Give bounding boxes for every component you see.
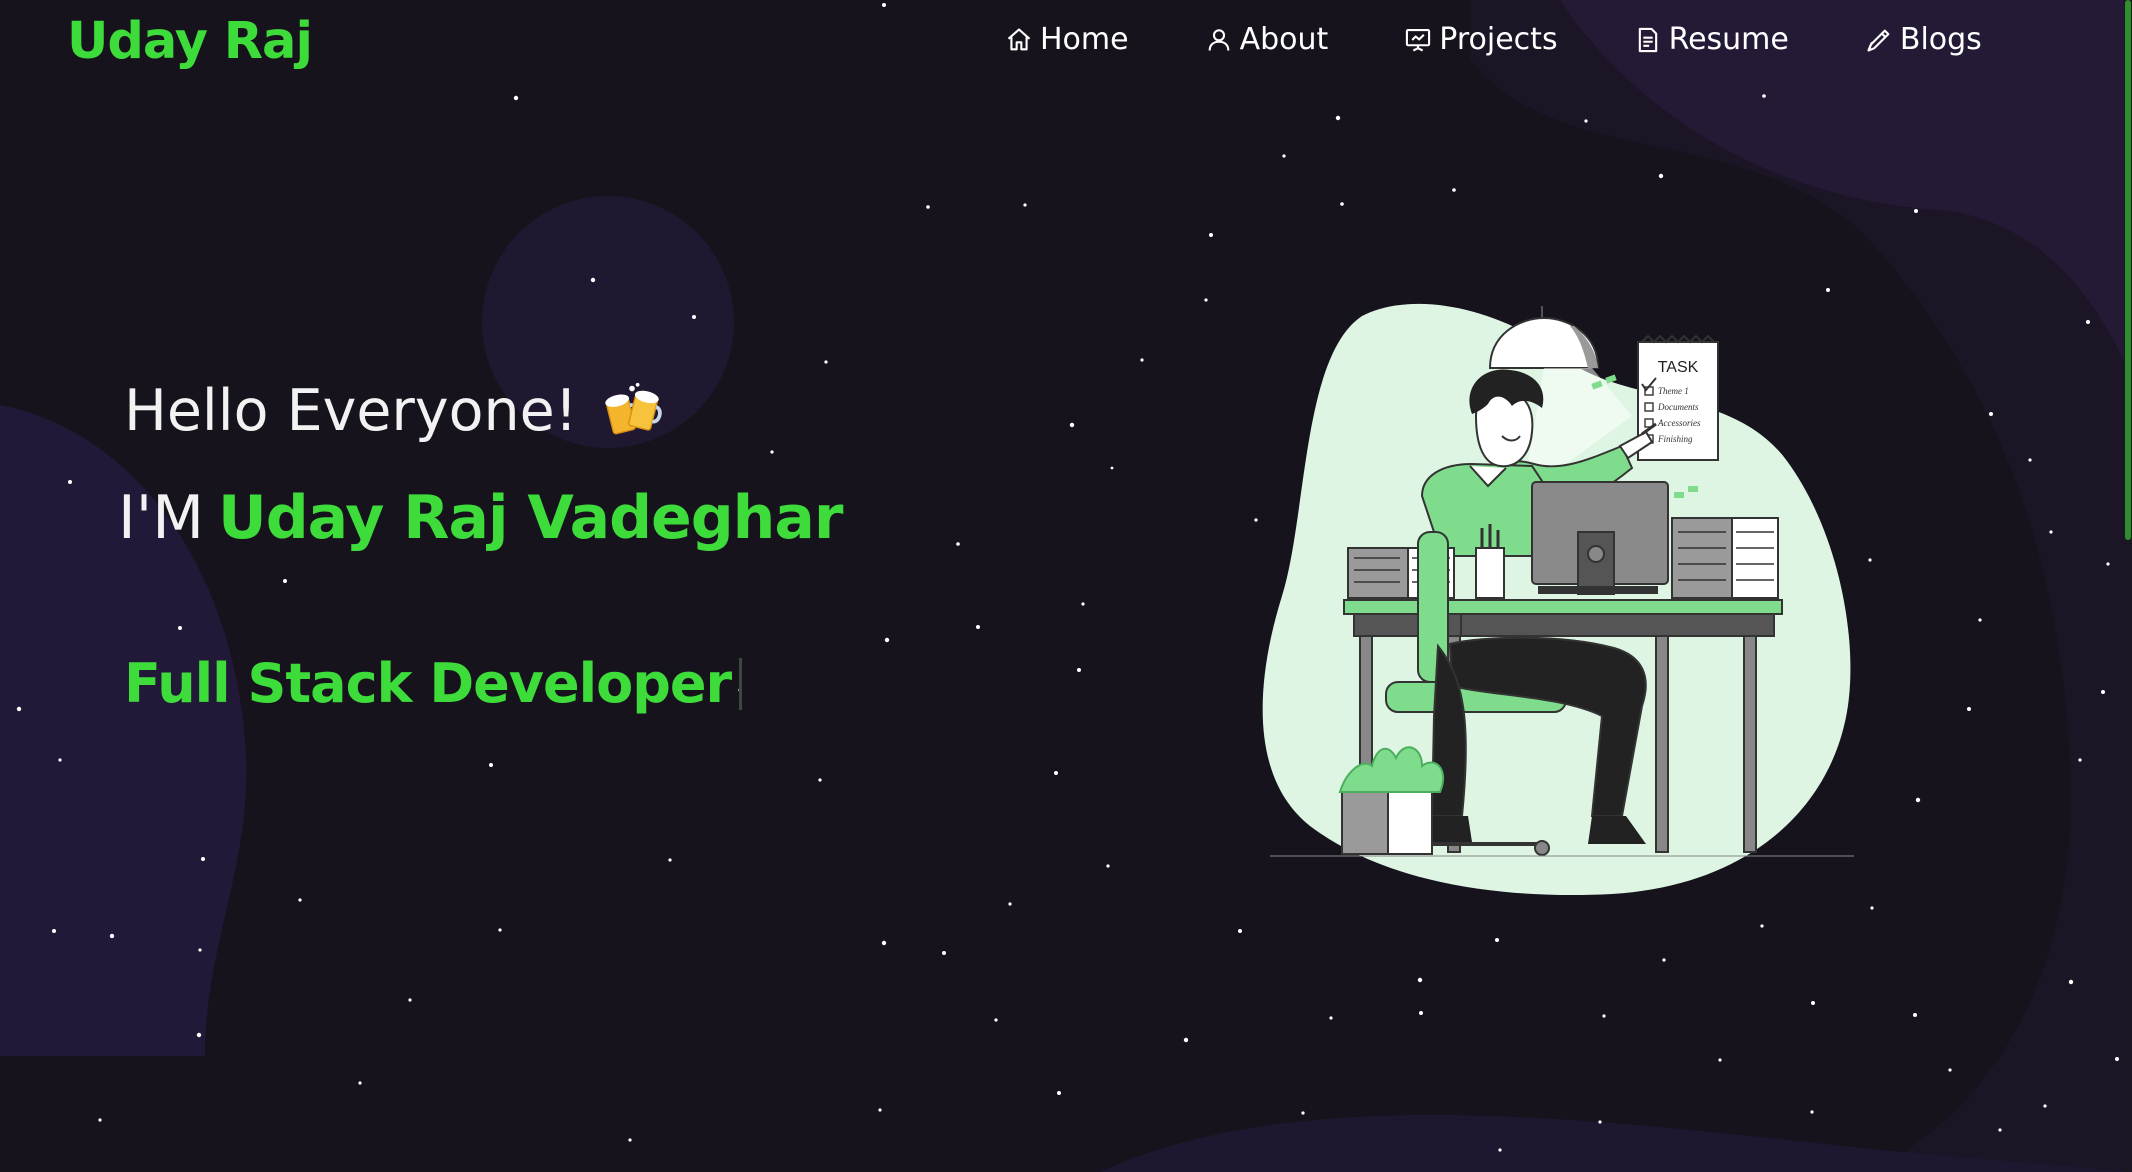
desk-top — [1343, 599, 1783, 615]
beer-mugs-icon — [604, 382, 662, 435]
nav-blogs-label: Blogs — [1899, 22, 1982, 57]
home-icon — [1007, 27, 1031, 50]
intro-heading: I'M Uday Raj Vadeghar — [118, 483, 843, 553]
brand-logo[interactable]: Uday Raj — [67, 12, 313, 71]
document-icon — [1638, 27, 1657, 52]
nav-about[interactable]: About — [1205, 22, 1329, 57]
greeting-text: Hello Everyone! — [124, 378, 578, 444]
nav-resume[interactable]: Resume — [1634, 22, 1789, 57]
typewriter-role: Full Stack Developer — [124, 652, 743, 715]
nav-home[interactable]: Home — [1005, 22, 1129, 57]
presentation-icon — [1406, 28, 1431, 51]
computer-monitor — [1531, 481, 1669, 595]
nav-projects[interactable]: Projects — [1404, 22, 1558, 57]
user-icon — [1208, 28, 1229, 51]
nav-resume-label: Resume — [1668, 22, 1789, 57]
pen-icon — [1867, 29, 1890, 52]
full-name: Uday Raj Vadeghar — [217, 483, 843, 553]
task-item-3: Accessories — [1657, 418, 1701, 428]
nav-projects-label: Projects — [1439, 22, 1558, 57]
role-text: Full Stack Developer — [124, 652, 732, 715]
nav-blogs[interactable]: Blogs — [1865, 22, 1982, 57]
greeting-heading: Hello Everyone! — [124, 378, 662, 444]
intro-prefix: I'M — [118, 483, 204, 553]
task-card-title: TASK — [1658, 359, 1699, 376]
typing-cursor — [739, 657, 743, 710]
nav-about-label: About — [1239, 22, 1329, 57]
developer-illustration: TASK Theme 1 Documents Accessories Finis… — [1262, 303, 1854, 896]
task-item-1: Theme 1 — [1658, 386, 1689, 396]
scrollbar-track[interactable] — [2124, 0, 2132, 1172]
task-item-4: Finishing — [1657, 434, 1693, 444]
nav-home-label: Home — [1040, 22, 1129, 57]
main-nav: Home About Projects Resume Blogs — [1005, 22, 1982, 57]
scrollbar-thumb[interactable] — [2125, 0, 2131, 540]
